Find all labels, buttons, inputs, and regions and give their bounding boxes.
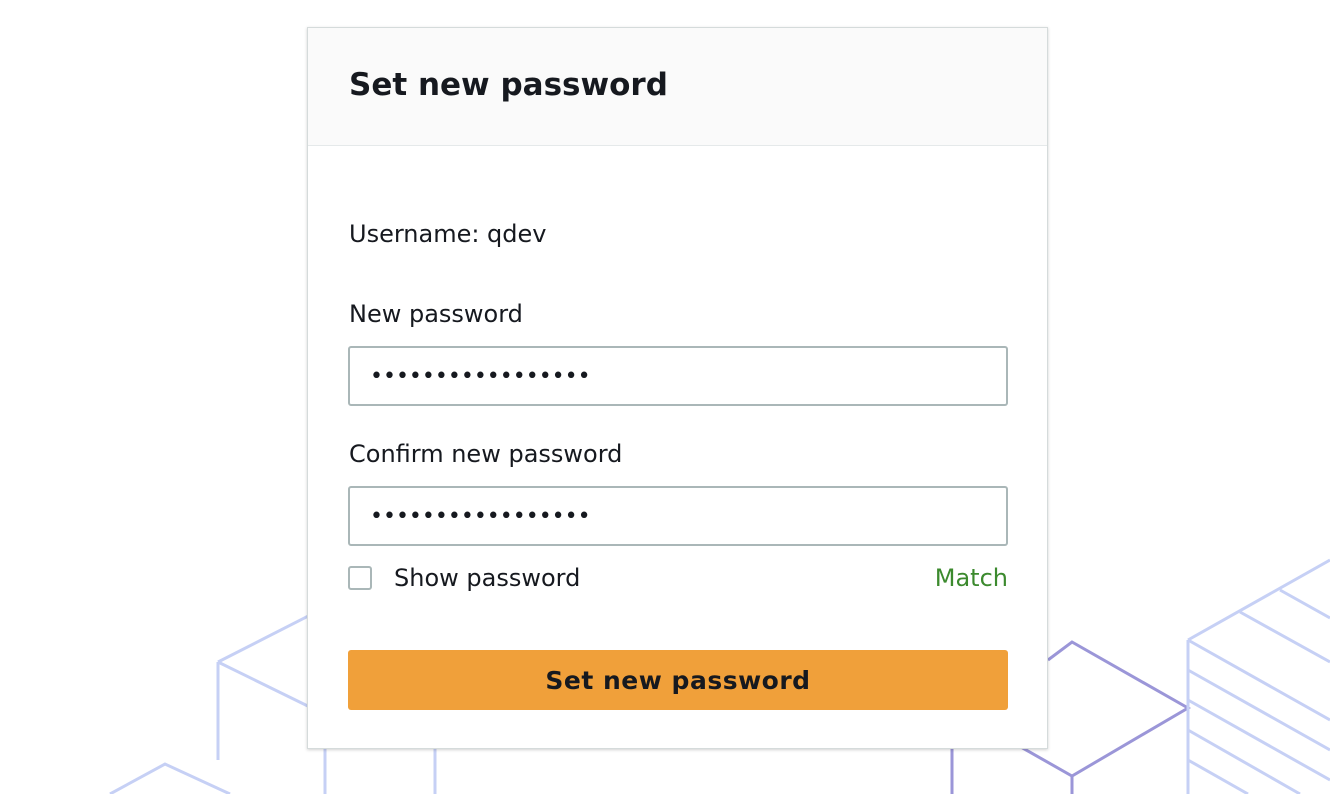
confirm-password-input[interactable] (348, 486, 1008, 546)
card-header: Set new password (308, 28, 1047, 146)
username-text: Username: qdev (349, 220, 547, 248)
new-password-label: New password (349, 300, 523, 328)
set-new-password-button[interactable]: Set new password (348, 650, 1008, 710)
show-password-label[interactable]: Show password (394, 564, 580, 592)
show-password-row: Show password Match (348, 560, 1008, 596)
password-match-status: Match (934, 564, 1008, 592)
confirm-password-label: Confirm new password (349, 440, 623, 468)
show-password-checkbox[interactable] (348, 566, 372, 590)
page-title: Set new password (349, 66, 668, 103)
new-password-input[interactable] (348, 346, 1008, 406)
set-password-card: Set new password Username: qdev New pass… (307, 27, 1048, 749)
